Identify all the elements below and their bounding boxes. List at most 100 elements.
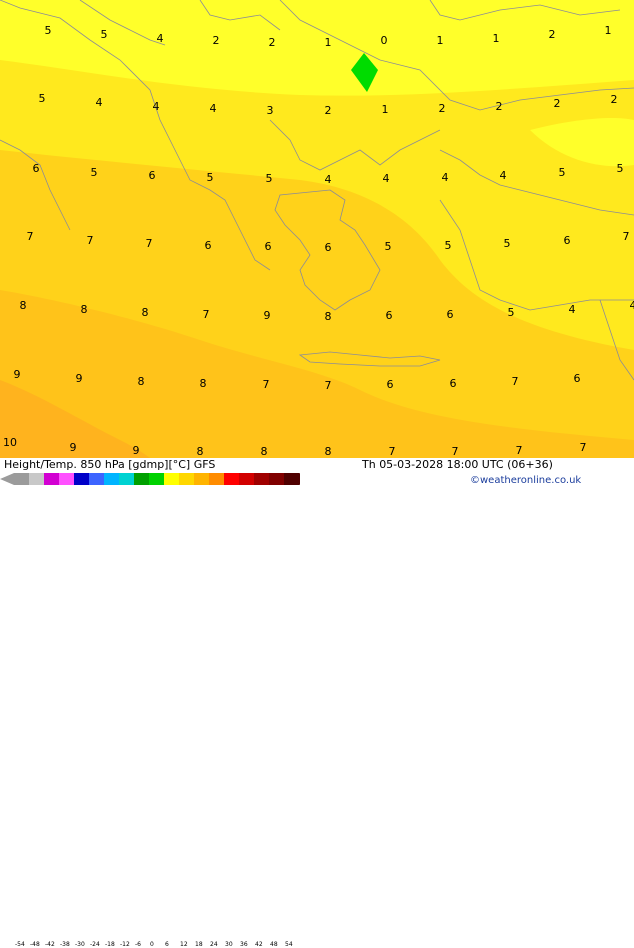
colorbar-tick-label: -18 (105, 941, 115, 948)
value-label: 5 (504, 237, 511, 250)
value-label: 2 (213, 34, 220, 47)
map-canvas: 5542210112154443212222656554444557776665… (0, 0, 634, 458)
value-label: 2 (439, 102, 446, 115)
value-label: 5 (101, 28, 108, 41)
value-label: 4 (210, 102, 217, 115)
colorbar-swatch (134, 473, 149, 485)
colorbar-swatch (224, 473, 239, 485)
colorbar-swatch (164, 473, 179, 485)
value-label: 7 (263, 378, 270, 391)
value-label: 4 (630, 299, 634, 312)
colorbar-tick-label: 18 (195, 941, 203, 948)
colorbar-tick-label: -12 (120, 941, 130, 948)
value-label: 8 (325, 445, 332, 458)
colorbar-tick-label: 6 (165, 941, 169, 948)
value-label: 8 (261, 445, 268, 458)
value-label: 8 (138, 375, 145, 388)
colorbar-tick-label: 54 (285, 941, 293, 948)
value-label: 4 (157, 32, 164, 45)
value-label: 7 (87, 234, 94, 247)
value-label: 6 (387, 378, 394, 391)
value-label: 7 (389, 445, 396, 458)
value-label: 5 (91, 166, 98, 179)
validity-time: Th 05-03-2028 18:00 UTC (06+36) (362, 458, 553, 471)
colorbar-swatch (149, 473, 164, 485)
value-label: 9 (76, 372, 83, 385)
value-label: 7 (146, 237, 153, 250)
colorbar-swatch (179, 473, 194, 485)
colorbar-tick-label: -38 (60, 941, 70, 948)
value-label: 8 (142, 306, 149, 319)
value-label: 8 (81, 303, 88, 316)
value-label: 9 (264, 309, 271, 322)
colorbar-swatch (194, 473, 209, 485)
value-label: 8 (20, 299, 27, 312)
value-label: 4 (383, 172, 390, 185)
value-label: 2 (325, 104, 332, 117)
value-label: 7 (27, 230, 34, 243)
value-label: 8 (325, 310, 332, 323)
colorbar-swatch (104, 473, 119, 485)
value-label: 5 (39, 92, 46, 105)
value-label: 7 (512, 375, 519, 388)
value-label: 4 (96, 96, 103, 109)
value-label: 6 (325, 241, 332, 254)
value-label: 5 (559, 166, 566, 179)
value-label: 4 (442, 171, 449, 184)
colorbar-swatch (14, 473, 29, 485)
colorbar-swatch (29, 473, 44, 485)
colorbar-tick-label: 0 (150, 941, 154, 948)
value-label: 7 (623, 230, 630, 243)
value-label: 7 (203, 308, 210, 321)
value-label: 5 (445, 239, 452, 252)
colorbar-arrow-right (299, 473, 300, 485)
value-label: 1 (493, 32, 500, 45)
value-label: 5 (266, 172, 273, 185)
temperature-map: 5542210112154443212222656554444557776665… (0, 0, 634, 458)
value-label: 5 (617, 162, 624, 175)
colorbar-swatch (44, 473, 59, 485)
value-label: 1 (605, 24, 612, 37)
credit-link[interactable]: ©weatheronline.co.uk (470, 475, 581, 486)
colorbar (0, 472, 300, 486)
value-label: 2 (496, 100, 503, 113)
value-label: 6 (450, 377, 457, 390)
value-label: 6 (564, 234, 571, 247)
colorbar-tick-label: 24 (210, 941, 218, 948)
value-label: 5 (508, 306, 515, 319)
colorbar-tick-label: 42 (255, 941, 263, 948)
value-label: 5 (45, 24, 52, 37)
colorbar-swatch (254, 473, 269, 485)
value-label: 1 (437, 34, 444, 47)
value-label: 1 (325, 36, 332, 49)
value-label: 6 (149, 169, 156, 182)
colorbar-swatch (74, 473, 89, 485)
value-label: 3 (267, 104, 274, 117)
colorbar-swatch (59, 473, 74, 485)
value-label: 6 (386, 309, 393, 322)
colorbar-swatch (209, 473, 224, 485)
colorbar-tick-label: -42 (45, 941, 55, 948)
value-label: 5 (207, 171, 214, 184)
value-label: 6 (33, 162, 40, 175)
colorbar-arrow-left (0, 473, 14, 485)
value-label: 10 (3, 436, 17, 449)
value-label: 9 (133, 444, 140, 457)
value-label: 4 (325, 173, 332, 186)
value-label: 9 (14, 368, 21, 381)
colorbar-tick-label: 48 (270, 941, 278, 948)
value-label: 7 (580, 441, 587, 454)
value-label: 6 (447, 308, 454, 321)
footer-bar: Height/Temp. 850 hPa [gdmp][°C] GFS Th 0… (0, 458, 634, 490)
value-label: 1 (382, 103, 389, 116)
value-label: 6 (574, 372, 581, 385)
colorbar-tick-label: -48 (30, 941, 40, 948)
colorbar-tick-label: 30 (225, 941, 233, 948)
value-label: 0 (381, 34, 388, 47)
value-label: 2 (611, 93, 618, 106)
value-label: 8 (197, 445, 204, 458)
colorbar-tick-label: -30 (75, 941, 85, 948)
value-label: 6 (265, 240, 272, 253)
value-label: 7 (452, 445, 459, 458)
colorbar-tick-label: -6 (135, 941, 141, 948)
